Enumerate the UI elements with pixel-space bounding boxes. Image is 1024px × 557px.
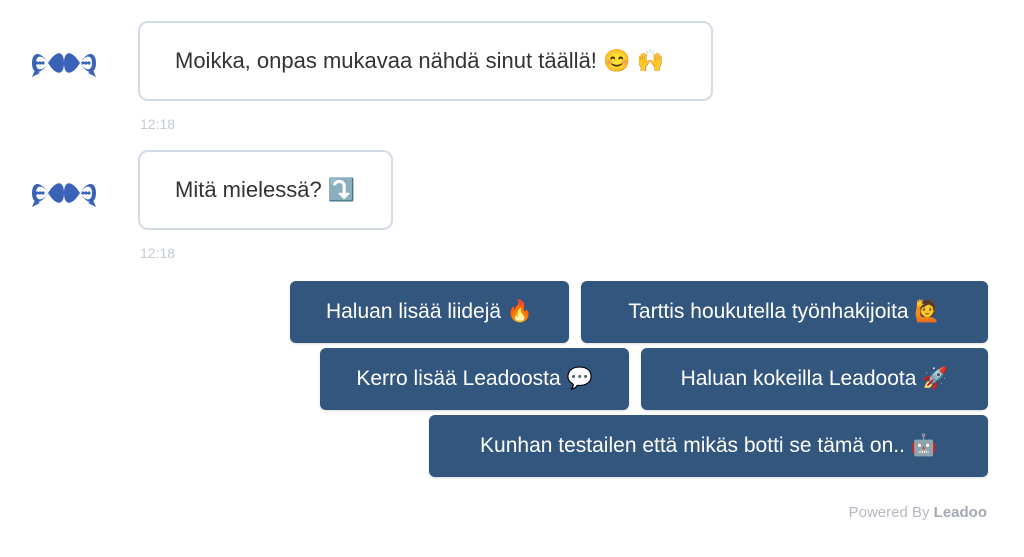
powered-by-footer[interactable]: Powered By Leadoo: [849, 504, 987, 521]
quick-reply-just-testing-button[interactable]: Kunhan testailen että mikäs botti se täm…: [429, 415, 988, 477]
bot-message-text: Moikka, onpas mukavaa nähdä sinut täällä…: [175, 48, 664, 73]
bot-avatar-logo-icon: [32, 183, 96, 207]
bot-message-text: Mitä mielessä? ⤵️: [175, 177, 356, 202]
powered-by-text: Powered By: [848, 504, 930, 521]
quick-reply-try-leadoo-button[interactable]: Haluan kokeilla Leadoota 🚀: [641, 348, 988, 410]
message-timestamp: 12:18: [140, 116, 176, 132]
quick-reply-about-leadoo-button[interactable]: Kerro lisää Leadoosta 💬: [320, 348, 629, 410]
quick-reply-more-leads-button[interactable]: Haluan lisää liidejä 🔥: [290, 281, 569, 343]
bot-message-bubble: Mitä mielessä? ⤵️: [138, 150, 393, 230]
bot-message-bubble: Moikka, onpas mukavaa nähdä sinut täällä…: [138, 21, 713, 101]
quick-reply-attract-applicants-button[interactable]: Tarttis houkutella työnhakijoita 🙋: [581, 281, 988, 343]
powered-by-brand: Leadoo: [933, 504, 987, 521]
bot-avatar-logo-icon: [32, 53, 96, 77]
message-timestamp: 12:18: [140, 245, 176, 261]
